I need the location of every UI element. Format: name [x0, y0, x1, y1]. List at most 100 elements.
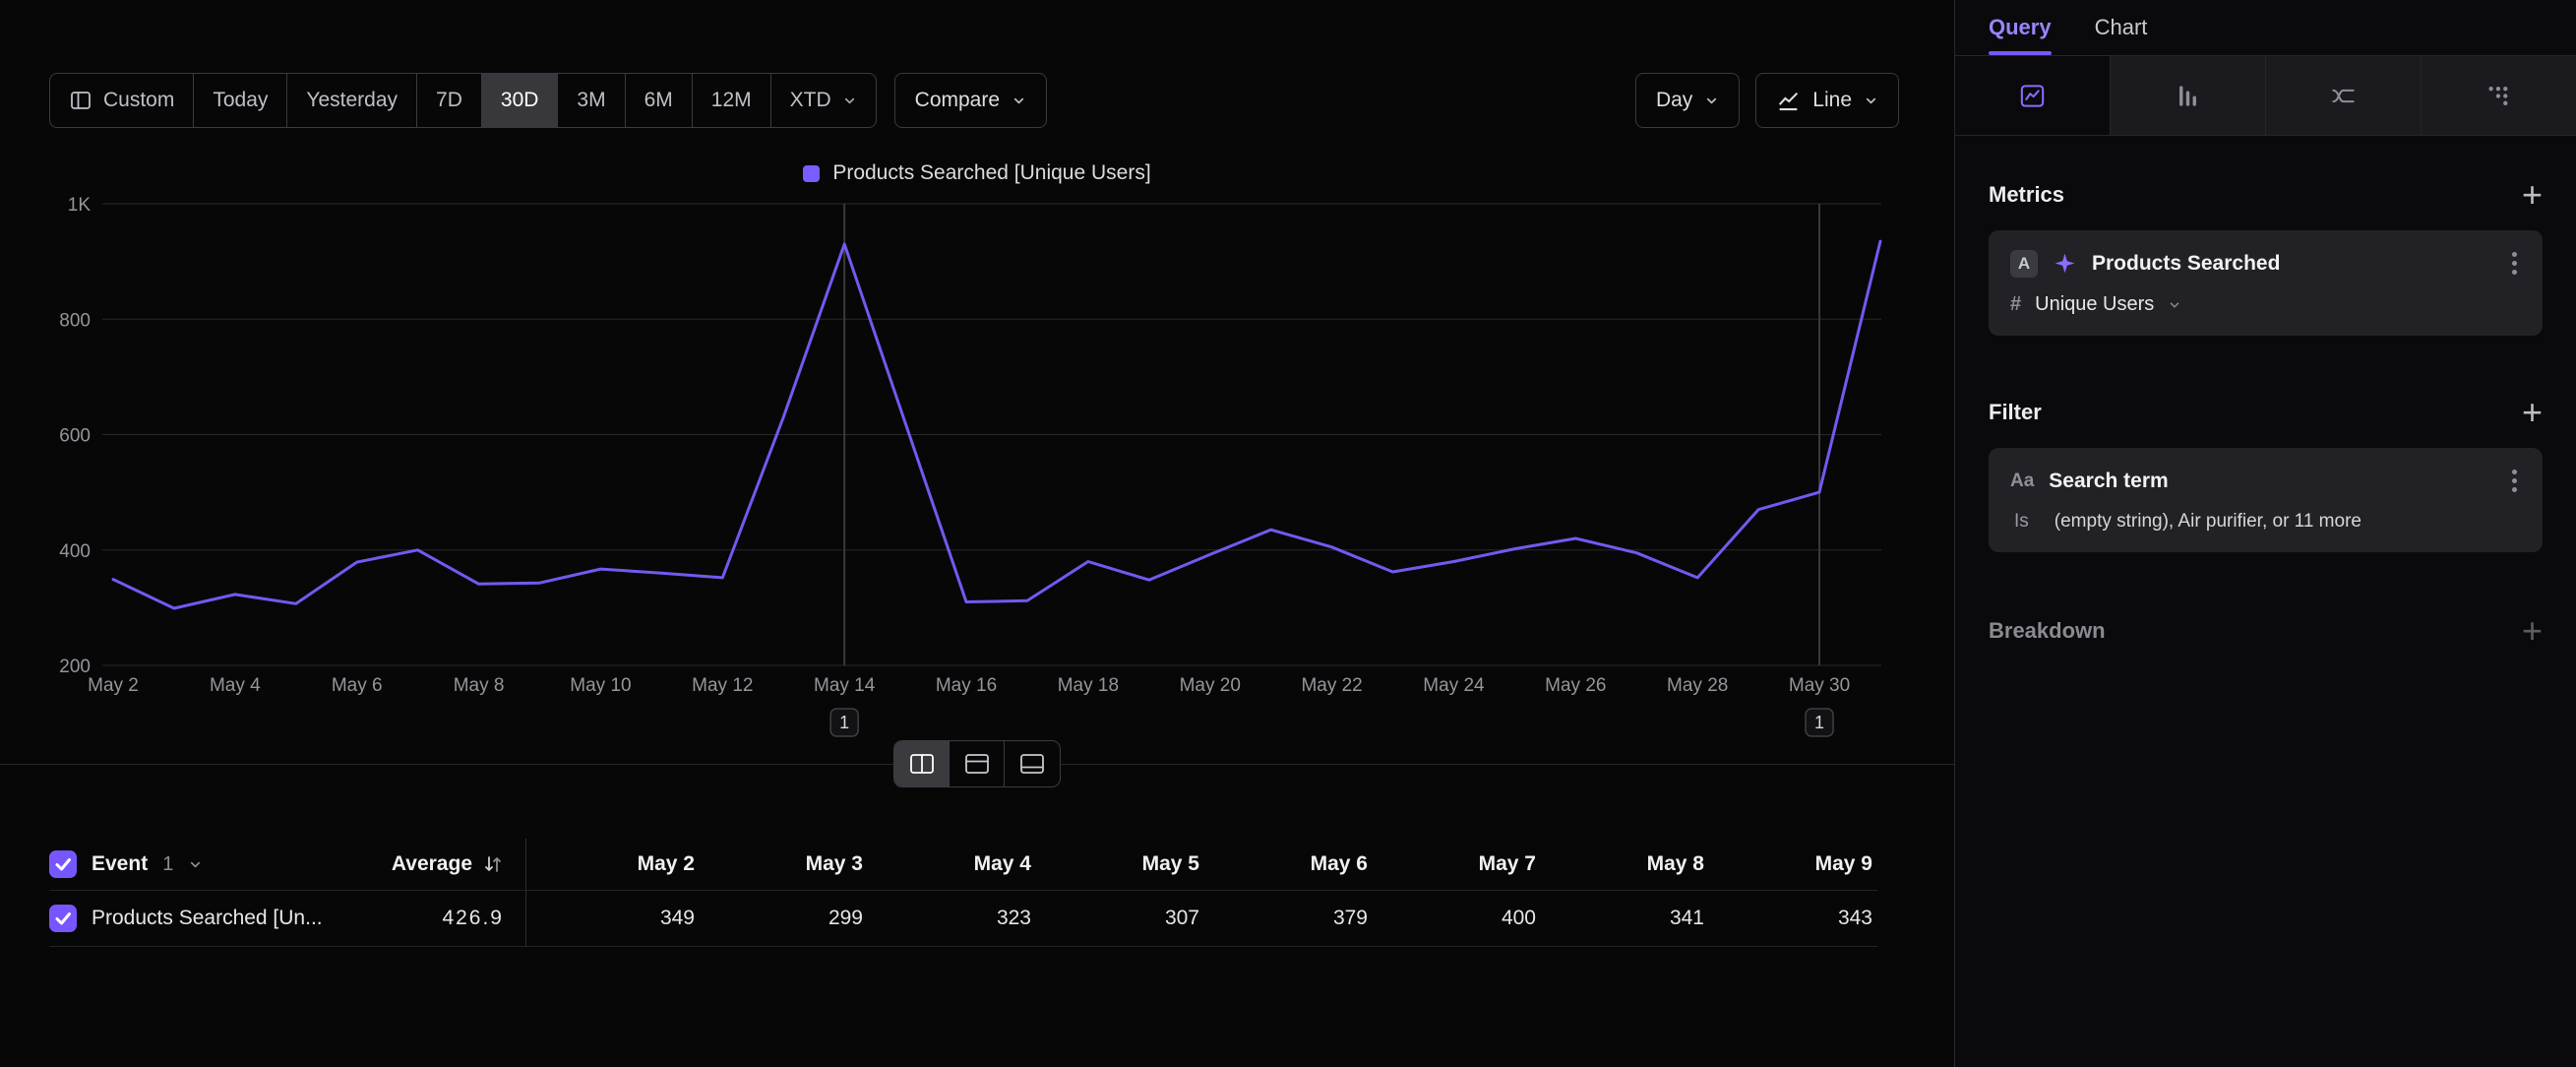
range-30d-button[interactable]: 30D [482, 74, 559, 127]
date-header-cell[interactable]: May 6 [1199, 852, 1368, 876]
row-value-cell: 307 [1031, 907, 1199, 930]
chart-type-select[interactable]: Line [1755, 73, 1899, 128]
flows-icon [2330, 83, 2357, 109]
date-header-cell[interactable]: May 5 [1031, 852, 1199, 876]
row-value-cell: 341 [1536, 907, 1704, 930]
series-letter-badge: A [2010, 250, 2038, 278]
chevron-down-icon [2168, 298, 2181, 312]
svg-text:May 16: May 16 [936, 675, 997, 696]
svg-text:400: 400 [59, 541, 91, 562]
metric-card-header: A Products Searched [2010, 248, 2521, 279]
svg-text:800: 800 [59, 310, 91, 331]
date-header-cell[interactable]: May 9 [1704, 852, 1872, 876]
event-header-label: Event [92, 852, 148, 876]
icon-tab-flows[interactable] [2266, 56, 2422, 135]
row-value-cell: 323 [863, 907, 1031, 930]
range-today-button[interactable]: Today [194, 74, 287, 127]
chevron-down-icon [1704, 94, 1719, 108]
bottom-panel-icon [1019, 753, 1045, 775]
funnels-icon [2175, 83, 2201, 109]
date-header-cell[interactable]: May 7 [1368, 852, 1536, 876]
breakdown-title: Breakdown [1989, 618, 2106, 644]
query-sidebar: Query Chart Metrics + A P [1954, 0, 2576, 1067]
aggregation-label: Unique Users [2035, 293, 2154, 316]
tab-query[interactable]: Query [1989, 0, 2052, 55]
chevron-down-icon[interactable] [188, 857, 203, 872]
event-sparkle-icon [2053, 251, 2077, 276]
metric-menu-button[interactable] [2508, 248, 2521, 279]
range-custom-button[interactable]: Custom [50, 74, 194, 127]
filter-card-header: Aa Search term [2010, 466, 2521, 496]
filter-section-header: Filter + [1955, 399, 2576, 426]
view-split-button[interactable] [894, 741, 950, 786]
filter-menu-button[interactable] [2508, 466, 2521, 496]
range-yesterday-button[interactable]: Yesterday [287, 74, 417, 127]
date-header-cell[interactable]: May 2 [526, 852, 695, 876]
data-table: Event 1 Average May 2 May 3 May 4 May 5 … [49, 839, 1877, 947]
chevron-down-icon [1864, 94, 1878, 108]
svg-text:May 14: May 14 [814, 675, 876, 696]
line-chart[interactable]: 2004006008001K11May 2May 4May 6May 8May … [0, 193, 1904, 744]
average-header-cell[interactable]: Average [332, 839, 526, 890]
string-type-icon: Aa [2010, 471, 2034, 492]
retention-icon [2485, 83, 2512, 109]
tab-chart[interactable]: Chart [2095, 0, 2148, 55]
sort-icon[interactable] [482, 853, 504, 875]
metric-card[interactable]: A Products Searched # Unique Users [1989, 230, 2543, 336]
svg-text:May 20: May 20 [1180, 675, 1241, 696]
svg-text:May 6: May 6 [332, 675, 383, 696]
add-breakdown-button[interactable]: + [2522, 617, 2543, 645]
filter-card[interactable]: Aa Search term Is (empty string), Air pu… [1989, 448, 2543, 552]
view-table-only-button[interactable] [1005, 741, 1060, 786]
main-panel: Custom Today Yesterday 7D 30D 3M 6M 12M … [0, 0, 1954, 1067]
icon-tab-insights[interactable] [1955, 56, 2111, 135]
add-metric-button[interactable]: + [2522, 181, 2543, 209]
filter-property-name: Search term [2049, 470, 2168, 493]
range-7d-button[interactable]: 7D [417, 74, 482, 127]
filter-title: Filter [1989, 400, 2042, 425]
range-6m-button[interactable]: 6M [626, 74, 693, 127]
svg-text:May 4: May 4 [210, 675, 261, 696]
svg-text:May 10: May 10 [570, 675, 631, 696]
icon-tab-funnels[interactable] [2111, 56, 2266, 135]
metric-name: Products Searched [2092, 252, 2280, 276]
sidebar-tabs: Query Chart [1955, 0, 2576, 55]
custom-date-icon [69, 89, 92, 112]
range-3m-button[interactable]: 3M [558, 74, 625, 127]
date-header-cell[interactable]: May 4 [863, 852, 1031, 876]
interval-select[interactable]: Day [1635, 73, 1740, 128]
legend-label: Products Searched [Unique Users] [832, 161, 1150, 185]
filter-condition-row[interactable]: Is (empty string), Air purifier, or 11 m… [2010, 511, 2521, 533]
row-event-name: Products Searched [Un... [92, 907, 323, 930]
row-value-cell: 343 [1704, 907, 1872, 930]
range-xtd-button[interactable]: XTD [771, 74, 876, 127]
legend-swatch [803, 165, 820, 182]
row-average-value: 426.9 [442, 907, 504, 930]
add-filter-button[interactable]: + [2522, 399, 2543, 426]
chevron-down-icon [1012, 94, 1026, 108]
report-type-tabs [1955, 55, 2576, 136]
icon-tab-retention[interactable] [2422, 56, 2576, 135]
range-12m-button[interactable]: 12M [693, 74, 771, 127]
select-all-checkbox[interactable] [49, 850, 77, 878]
svg-text:May 2: May 2 [88, 675, 139, 696]
filter-operator: Is [2014, 511, 2029, 533]
svg-text:May 12: May 12 [692, 675, 753, 696]
breakdown-section-header: Breakdown + [1955, 617, 2576, 645]
compare-button[interactable]: Compare [894, 73, 1047, 128]
svg-text:600: 600 [59, 426, 91, 447]
insights-icon [2019, 83, 2046, 109]
date-header-cell[interactable]: May 3 [695, 852, 863, 876]
date-header-cell[interactable]: May 8 [1536, 852, 1704, 876]
event-header-cell: Event 1 [49, 850, 332, 878]
toolbar-left: Custom Today Yesterday 7D 30D 3M 6M 12M … [49, 73, 1047, 128]
svg-text:200: 200 [59, 657, 91, 677]
chevron-down-icon [842, 94, 857, 108]
view-chart-only-button[interactable] [950, 741, 1005, 786]
metric-aggregation-row[interactable]: # Unique Users [2010, 293, 2521, 316]
svg-text:May 24: May 24 [1423, 675, 1485, 696]
filter-value: (empty string), Air purifier, or 11 more [2055, 511, 2361, 533]
row-checkbox[interactable] [49, 905, 77, 932]
table-row[interactable]: Products Searched [Un... 426.9 349 299 3… [49, 890, 1877, 947]
svg-text:1K: 1K [68, 195, 92, 216]
